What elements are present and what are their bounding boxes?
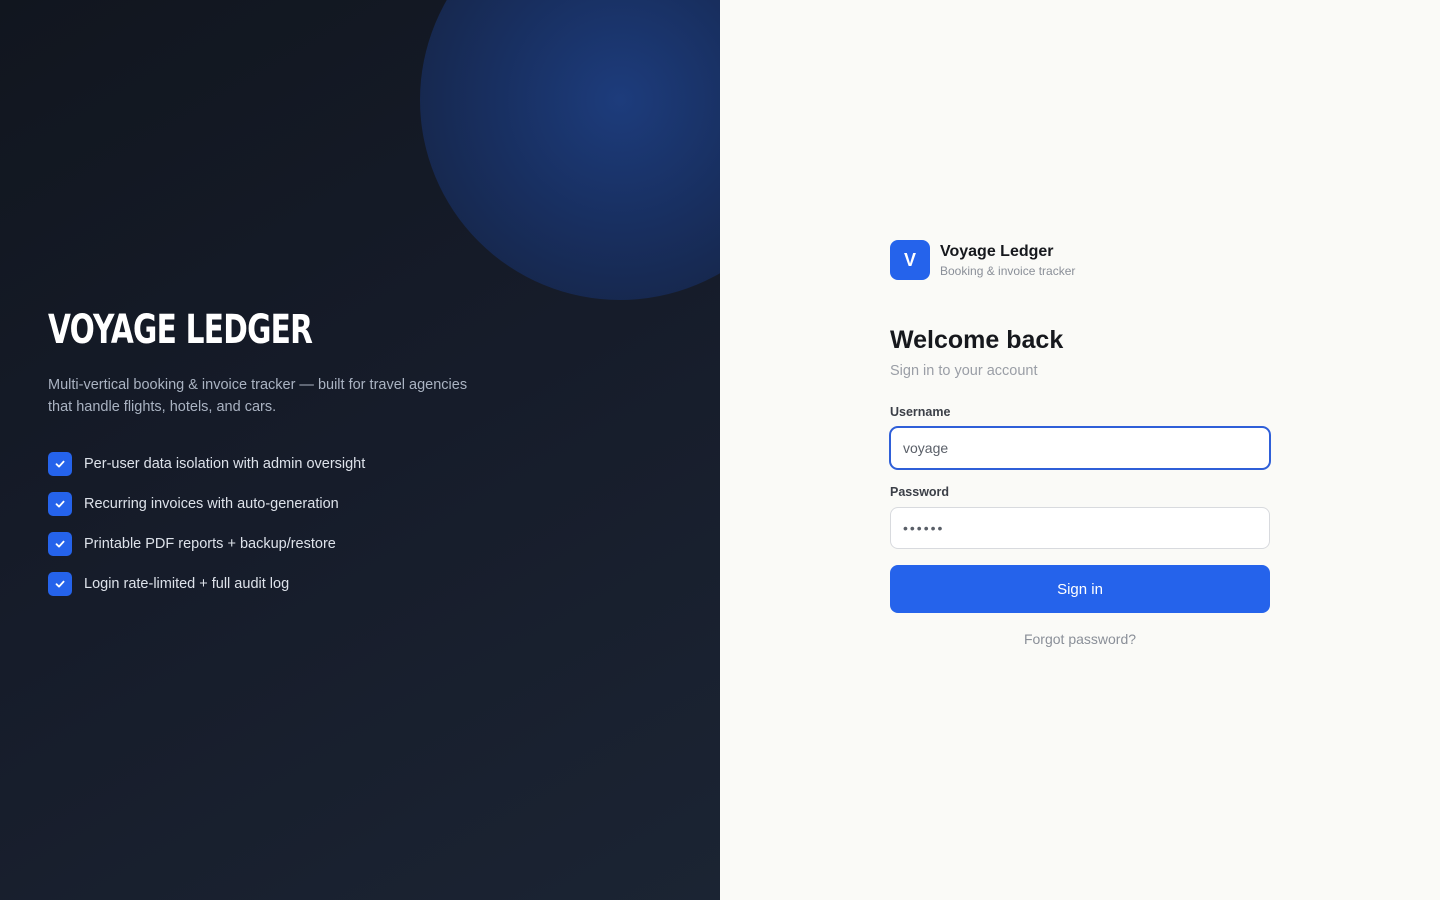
username-input[interactable] <box>890 427 1270 469</box>
feature-item: Login rate-limited + full audit log <box>48 572 468 596</box>
hero-content: VOYAGE LEDGER Multi-vertical booking & i… <box>48 306 468 612</box>
sign-in-button[interactable]: Sign in <box>890 565 1270 613</box>
brand-text: Voyage Ledger Booking & invoice tracker <box>940 242 1075 278</box>
hero-panel: VOYAGE LEDGER Multi-vertical booking & i… <box>0 0 720 900</box>
feature-label: Login rate-limited + full audit log <box>84 576 290 592</box>
auth-panel: V Voyage Ledger Booking & invoice tracke… <box>720 0 1440 900</box>
feature-label: Recurring invoices with auto-generation <box>84 496 339 512</box>
check-icon <box>48 452 72 476</box>
forgot-password-link[interactable]: Forgot password? <box>890 631 1270 647</box>
hero-title: VOYAGE LEDGER <box>48 307 313 353</box>
check-icon <box>48 492 72 516</box>
hero-decorative-orb <box>420 0 720 300</box>
brand: V Voyage Ledger Booking & invoice tracke… <box>890 240 1270 280</box>
feature-item: Recurring invoices with auto-generation <box>48 492 468 516</box>
page-title: Welcome back <box>890 326 1064 354</box>
brand-tagline: Booking & invoice tracker <box>940 264 1076 278</box>
check-icon <box>48 532 72 556</box>
password-input[interactable] <box>890 507 1270 549</box>
brand-logo: V <box>890 240 930 280</box>
check-icon <box>48 572 72 596</box>
feature-item: Printable PDF reports + backup/restore <box>48 532 468 556</box>
feature-list: Per-user data isolation with admin overs… <box>48 452 468 596</box>
password-label: Password <box>890 485 950 499</box>
hero-description: Multi-vertical booking & invoice tracker… <box>48 377 468 415</box>
brand-name: Voyage Ledger <box>940 243 1054 260</box>
feature-label: Printable PDF reports + backup/restore <box>84 536 336 552</box>
login-form: Username Password Sign in <box>890 405 1270 613</box>
feature-label: Per-user data isolation with admin overs… <box>84 456 366 472</box>
feature-item: Per-user data isolation with admin overs… <box>48 452 468 476</box>
login-card: V Voyage Ledger Booking & invoice tracke… <box>890 240 1270 647</box>
username-label: Username <box>890 405 951 419</box>
page-subtitle: Sign in to your account <box>890 363 1038 379</box>
